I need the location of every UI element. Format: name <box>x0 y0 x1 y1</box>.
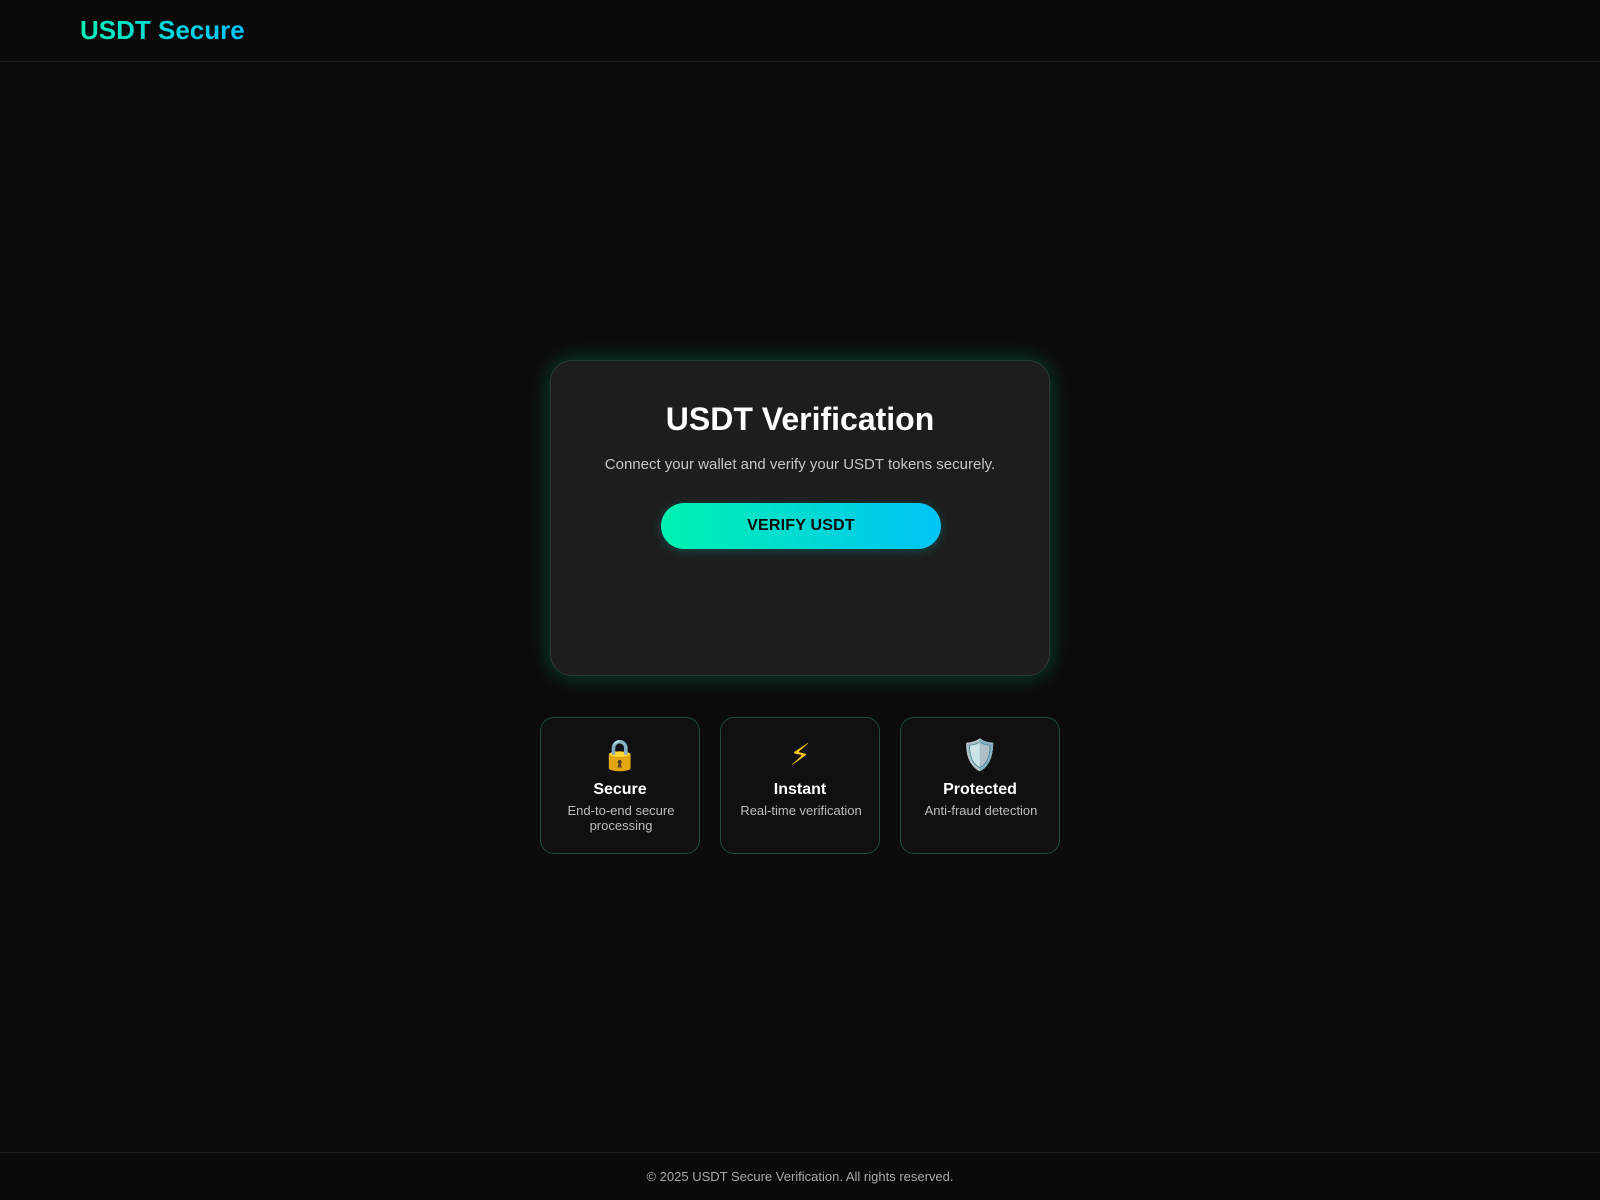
feature-protected: 🛡️ Protected Anti-fraud detection <box>900 717 1060 854</box>
page: USDT Secure USDT Verification Connect yo… <box>0 0 1600 1200</box>
feature-secure: 🔒 Secure End-to-end secure processing <box>540 717 700 854</box>
feature-title: Protected <box>943 781 1017 798</box>
lock-icon: 🔒 <box>601 738 639 773</box>
verify-usdt-button[interactable]: VERIFY USDT <box>661 503 941 549</box>
feature-description: End-to-end secure processing <box>567 803 675 833</box>
site-header: USDT Secure <box>0 0 1600 62</box>
verification-card: USDT Verification Connect your wallet an… <box>550 360 1050 676</box>
logo[interactable]: USDT Secure <box>80 14 245 46</box>
feature-title: Instant <box>773 781 827 798</box>
lightning-icon: ⚡ <box>789 738 811 773</box>
feature-title: Secure <box>593 781 647 798</box>
shield-icon: 🛡️ <box>961 738 999 773</box>
feature-list: 🔒 Secure End-to-end secure processing ⚡ … <box>540 717 1060 854</box>
site-footer: © 2025 USDT Secure Verification. All rig… <box>0 1152 1600 1200</box>
feature-instant: ⚡ Instant Real-time verification <box>720 717 880 854</box>
card-title: USDT Verification <box>665 401 935 437</box>
footer-copyright: © 2025 USDT Secure Verification. All rig… <box>646 1169 954 1184</box>
feature-description: Real-time verification <box>740 803 862 818</box>
card-subtitle: Connect your wallet and verify your USDT… <box>604 456 996 473</box>
feature-description: Anti-fraud detection <box>924 803 1038 818</box>
